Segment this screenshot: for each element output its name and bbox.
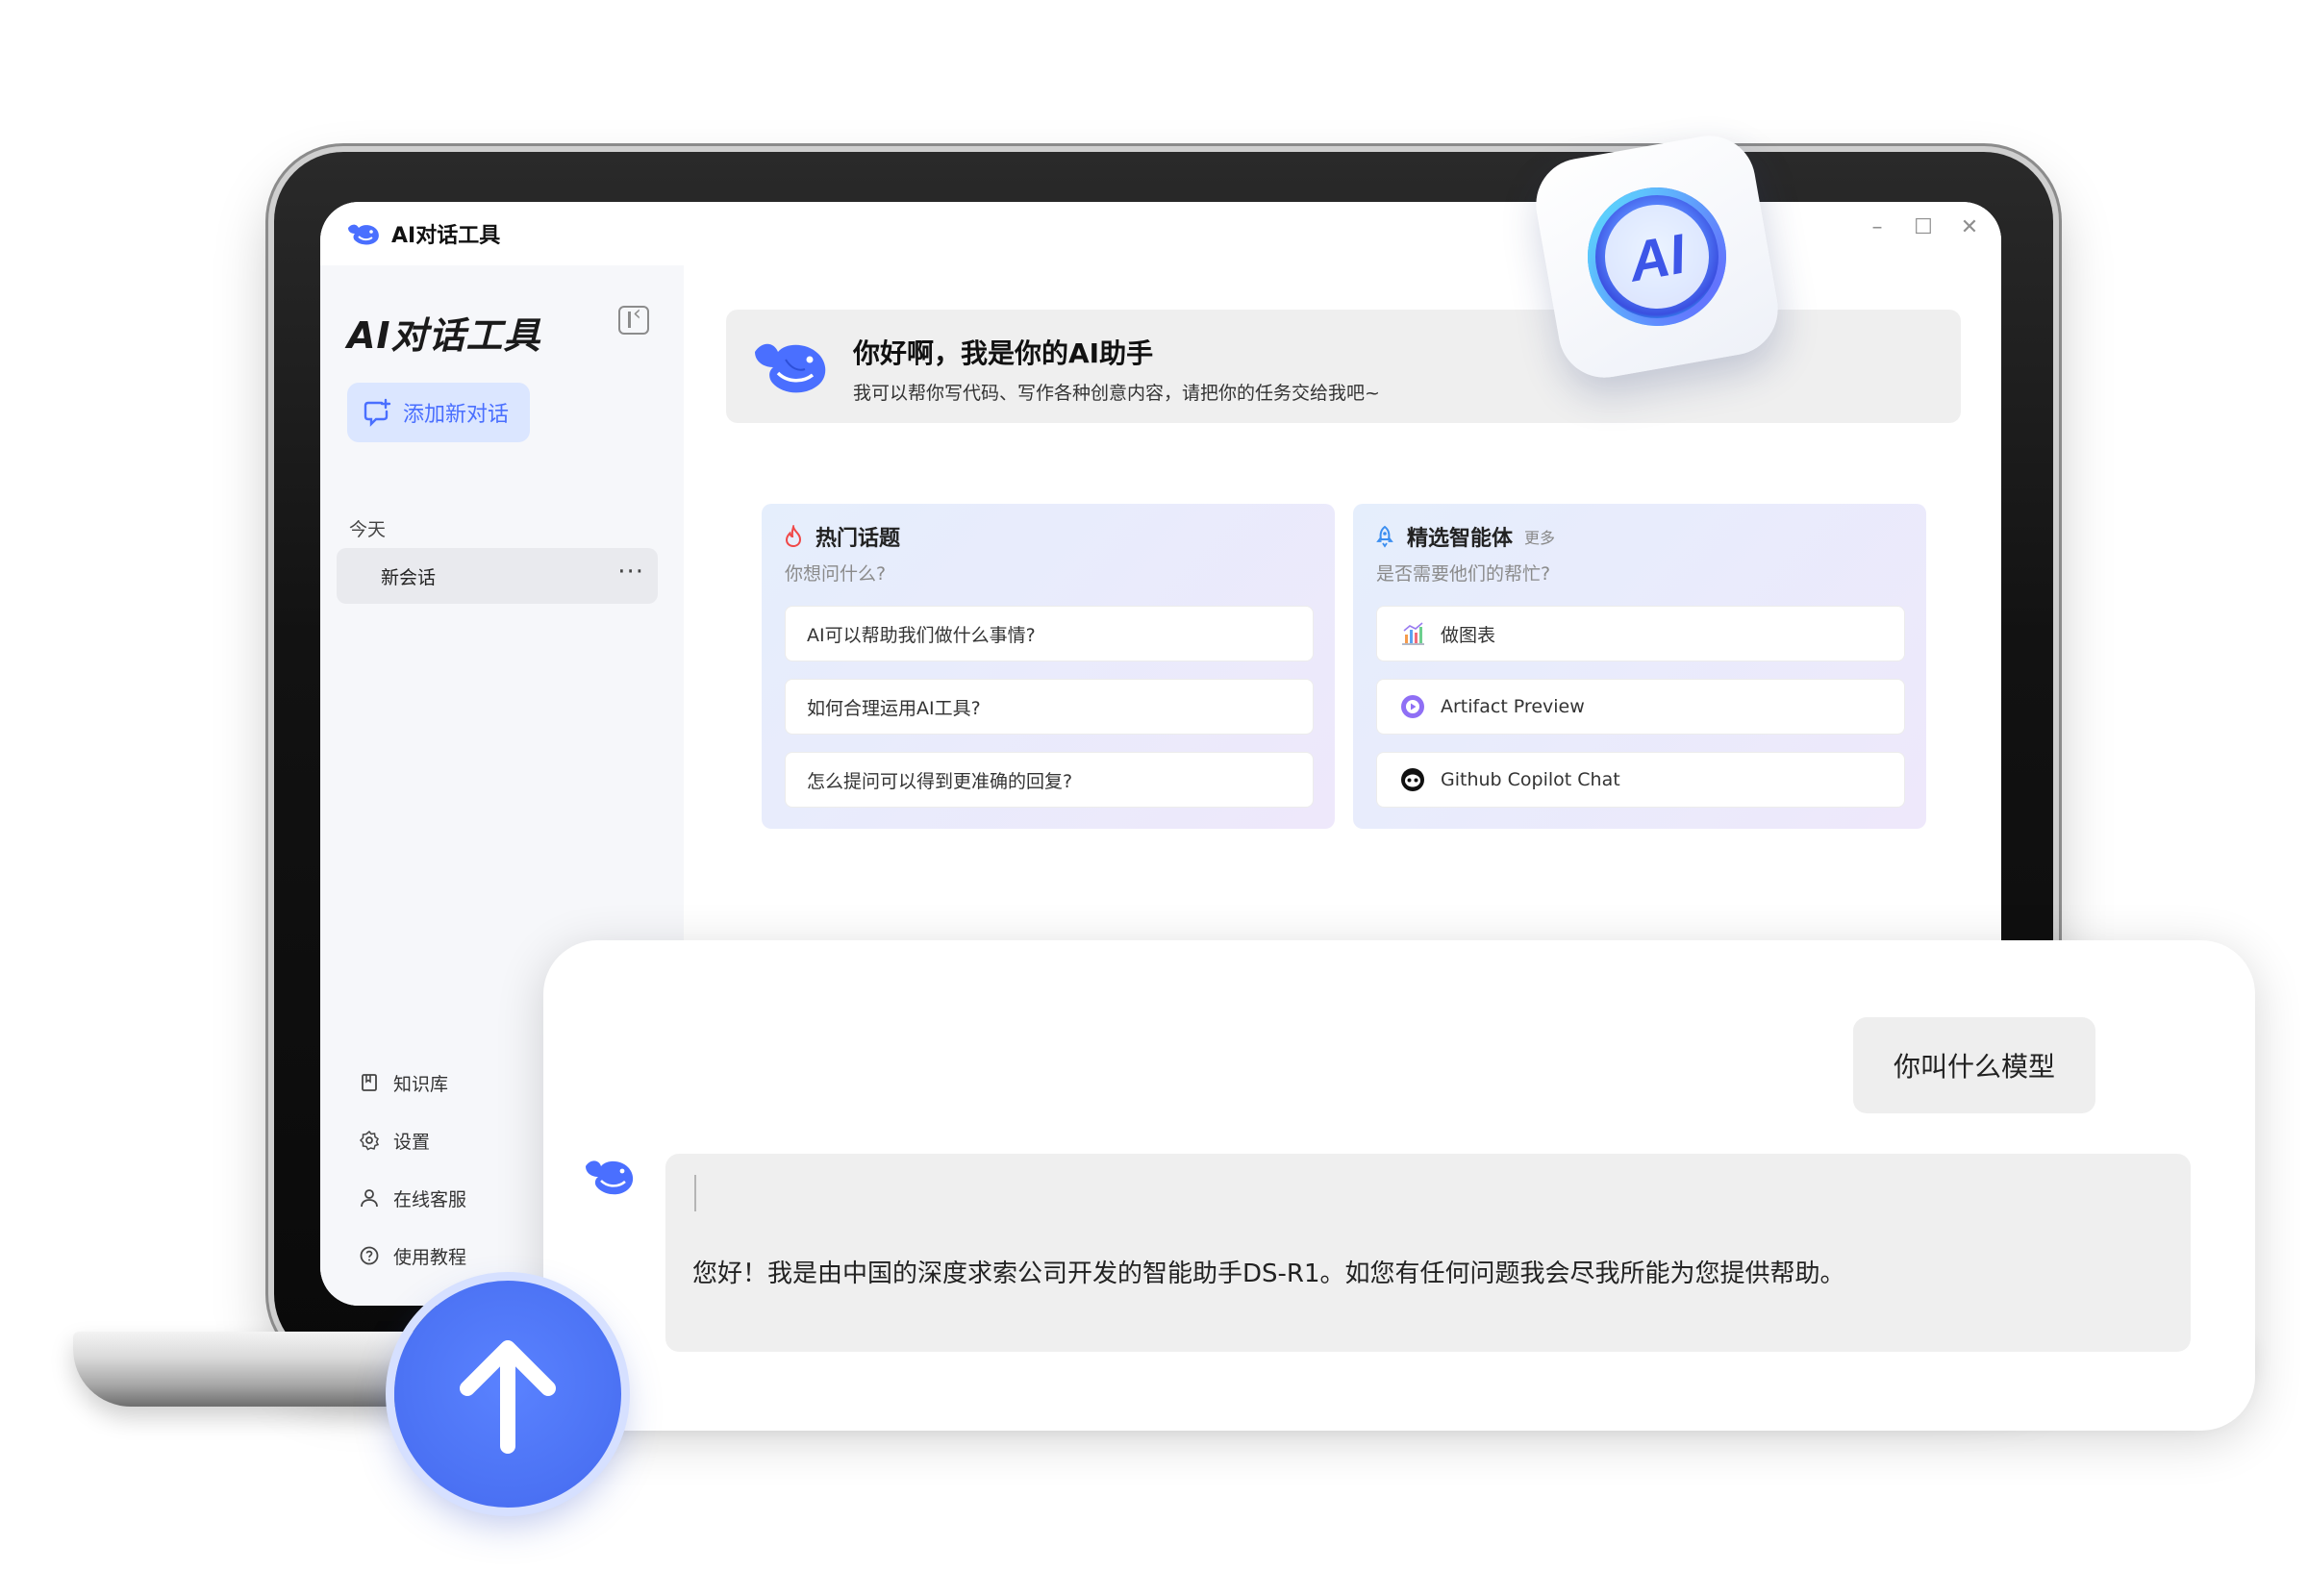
arrow-up-icon <box>460 1340 556 1454</box>
app-title: AI对话工具 <box>391 224 501 248</box>
assistant-message-bubble: 您好！我是由中国的深度求索公司开发的智能助手DS-R1。如您有任何问题我会尽我所… <box>665 1154 2191 1352</box>
sidebar-item-tutorial[interactable]: 使用教程 <box>359 1227 466 1284</box>
help-icon <box>360 1246 379 1265</box>
user-message-bubble: 你叫什么模型 <box>1853 1017 2095 1113</box>
sidebar-brand: AI对话工具 <box>347 314 541 357</box>
sidebar-item-label: 使用教程 <box>393 1246 467 1268</box>
whale-avatar-icon <box>586 1160 634 1195</box>
session-item[interactable]: 新会话 ··· <box>337 548 658 604</box>
more-options-icon[interactable]: ··· <box>617 558 644 586</box>
agent-item-artifact-preview[interactable]: Artifact Preview <box>1376 679 1905 735</box>
welcome-subtitle: 我可以帮你写代码、写作各种创意内容，请把你的任务交给我吧~ <box>853 383 1380 404</box>
add-new-chat-label: 添加新对话 <box>403 403 510 427</box>
window-controls: – ☐ ✕ <box>1867 217 1980 238</box>
ai-orb-icon: AI <box>1588 187 1726 326</box>
topic-item[interactable]: 如何合理运用AI工具? <box>785 679 1314 735</box>
sidebar-item-label: 设置 <box>393 1131 431 1153</box>
topic-item[interactable]: AI可以帮助我们做什么事情? <box>785 606 1314 661</box>
agents-panel: 精选智能体 更多 是否需要他们的帮忙? 做图表 Artifact Preview <box>1353 504 1926 829</box>
book-icon <box>362 1074 377 1091</box>
sidebar-item-support[interactable]: 在线客服 <box>359 1169 466 1227</box>
agent-item-label: Github Copilot Chat <box>1441 769 1620 790</box>
topic-item-label: 怎么提问可以得到更准确的回复? <box>807 770 1073 792</box>
chat-plus-icon <box>364 398 391 427</box>
hot-topics-panel: 热门话题 你想问什么? AI可以帮助我们做什么事情? 如何合理运用AI工具? 怎… <box>762 504 1335 829</box>
topic-item-label: AI可以帮助我们做什么事情? <box>807 624 1036 646</box>
minimize-icon[interactable]: – <box>1867 217 1888 238</box>
hot-topics-subtitle: 你想问什么? <box>785 563 887 585</box>
agents-title: 精选智能体 <box>1407 527 1514 551</box>
collapse-sidebar-icon[interactable] <box>618 302 649 335</box>
agent-item-label: 做图表 <box>1441 624 1496 646</box>
sidebar-item-label: 知识库 <box>393 1073 449 1095</box>
welcome-title: 你好啊，我是你的AI助手 <box>853 337 1154 369</box>
gear-icon <box>359 1130 380 1151</box>
section-today-label: 今天 <box>349 519 387 540</box>
play-icon <box>1401 695 1424 718</box>
sidebar-item-knowledge-base[interactable]: 知识库 <box>359 1054 466 1111</box>
user-icon <box>361 1189 378 1208</box>
assistant-message-text: 您好！我是由中国的深度求索公司开发的智能助手DS-R1。如您有任何问题我会尽我所… <box>692 1259 1845 1288</box>
sidebar-item-label: 在线客服 <box>393 1188 467 1210</box>
agents-subtitle: 是否需要他们的帮忙? <box>1376 563 1551 585</box>
github-icon <box>1401 768 1424 791</box>
topic-item-label: 如何合理运用AI工具? <box>807 697 981 719</box>
chart-icon <box>1402 622 1424 645</box>
session-item-label: 新会话 <box>381 566 437 588</box>
whale-logo-icon <box>348 224 379 245</box>
topic-item[interactable]: 怎么提问可以得到更准确的回复? <box>785 752 1314 808</box>
hot-topics-header: 热门话题 <box>783 521 900 552</box>
hot-topics-title: 热门话题 <box>815 527 901 551</box>
text-caret <box>694 1175 696 1211</box>
welcome-card: 你好啊，我是你的AI助手 我可以帮你写代码、写作各种创意内容，请把你的任务交给我… <box>726 310 1961 423</box>
ai-badge: AI <box>1528 128 1786 386</box>
sidebar-item-settings[interactable]: 设置 <box>359 1111 466 1169</box>
agent-item-github-copilot[interactable]: Github Copilot Chat <box>1376 752 1905 808</box>
maximize-icon[interactable]: ☐ <box>1913 217 1934 238</box>
whale-mascot-icon <box>755 343 826 393</box>
agent-item-chart[interactable]: 做图表 <box>1376 606 1905 661</box>
rocket-icon <box>1376 525 1393 548</box>
fire-icon <box>785 525 802 548</box>
close-icon[interactable]: ✕ <box>1959 217 1980 238</box>
sidebar-nav: 知识库 设置 在线客服 使用教程 <box>359 1054 466 1284</box>
chat-card: 你叫什么模型 您好！我是由中国的深度求索公司开发的智能助手DS-R1。如您有任何… <box>543 940 2255 1431</box>
add-new-chat-button[interactable]: 添加新对话 <box>347 383 530 442</box>
agents-header: 精选智能体 更多 <box>1374 521 1555 552</box>
agent-item-label: Artifact Preview <box>1441 696 1585 717</box>
scroll-to-top-button[interactable] <box>394 1281 621 1508</box>
agents-more-link[interactable]: 更多 <box>1524 525 1555 548</box>
user-message-text: 你叫什么模型 <box>1893 1051 2055 1083</box>
